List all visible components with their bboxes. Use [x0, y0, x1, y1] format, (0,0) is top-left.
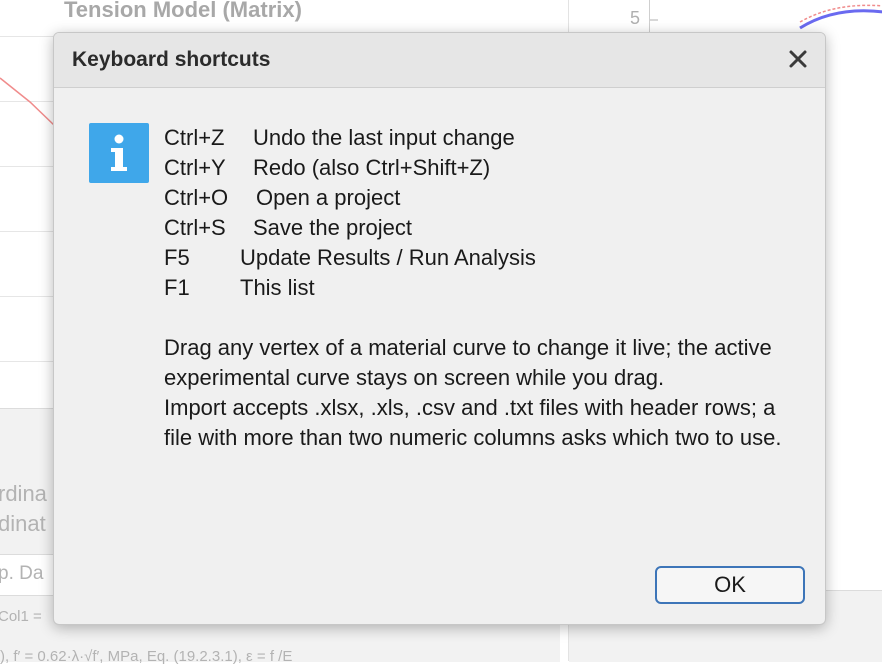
- coord-label-1: rdina: [0, 481, 47, 506]
- shortcut-row: Ctrl+Z Undo the last input change: [164, 123, 804, 153]
- dialog-content: Ctrl+Z Undo the last input change Ctrl+Y…: [164, 123, 804, 453]
- close-button[interactable]: [783, 44, 813, 74]
- formula-text: ), f′ = 0.62·λ·√f′, MPa, Eq. (19.2.3.1),…: [0, 648, 293, 665]
- dialog-title: Keyboard shortcuts: [72, 48, 271, 71]
- exp-data-label: p. Da: [0, 563, 44, 584]
- shortcut-desc: Open a project: [256, 185, 401, 210]
- panel-title: Tension Model (Matrix): [64, 0, 302, 22]
- shortcut-desc: Undo the last input change: [253, 125, 515, 150]
- dialog-header: Keyboard shortcuts: [54, 33, 825, 88]
- coord-label-2: dinat: [0, 511, 46, 536]
- shortcut-row: F5 Update Results / Run Analysis: [164, 243, 804, 273]
- shortcut-row: Ctrl+Y Redo (also Ctrl+Shift+Z): [164, 153, 804, 183]
- axis-tick-5: 5: [630, 8, 641, 28]
- col-expression: Col1 =: [0, 608, 42, 625]
- shortcut-row: Ctrl+O Open a project: [164, 183, 804, 213]
- shortcut-key: Ctrl+Z: [164, 125, 225, 150]
- shortcut-key: F1: [164, 275, 190, 300]
- shortcut-row: F1 This list: [164, 273, 804, 303]
- shortcut-desc: Redo (also Ctrl+Shift+Z): [253, 155, 491, 180]
- shortcut-row: Ctrl+S Save the project: [164, 213, 804, 243]
- shortcut-key: Ctrl+O: [164, 185, 229, 210]
- shortcut-desc: Save the project: [253, 215, 412, 240]
- shortcut-desc: This list: [240, 275, 315, 300]
- close-icon: [789, 50, 807, 68]
- drag-help-text: Drag any vertex of a material curve to c…: [164, 335, 772, 390]
- shortcut-key: Ctrl+Y: [164, 155, 226, 180]
- shortcut-key: F5: [164, 245, 190, 270]
- shortcut-key: Ctrl+S: [164, 215, 226, 240]
- import-help-text: Import accepts .xlsx, .xls, .csv and .tx…: [164, 395, 782, 450]
- ok-button[interactable]: OK: [655, 566, 805, 604]
- info-icon: [89, 123, 149, 183]
- shortcut-desc: Update Results / Run Analysis: [240, 245, 536, 270]
- keyboard-shortcuts-dialog: Keyboard shortcuts Ctrl+Z Undo the last …: [53, 32, 826, 625]
